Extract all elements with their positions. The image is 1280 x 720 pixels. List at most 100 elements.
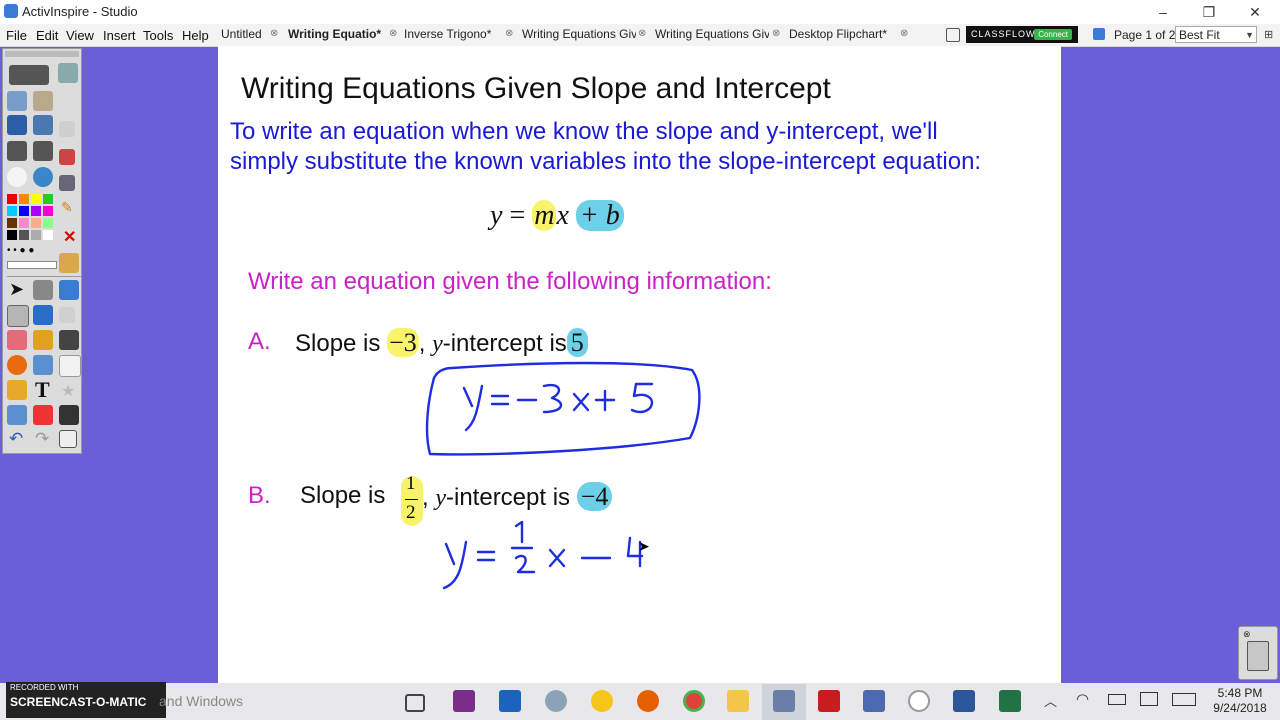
activinspire-icon[interactable]	[773, 690, 795, 712]
color-swatch-pink[interactable]	[19, 218, 29, 228]
minimize-button[interactable]: –	[1140, 0, 1186, 24]
color-swatch-green[interactable]	[43, 194, 53, 204]
notifications-icon[interactable]	[1140, 692, 1158, 706]
color-swatch-blue[interactable]	[19, 206, 29, 216]
taskbar-search-text[interactable]: and Windows	[159, 693, 243, 709]
tab-close-icon[interactable]: ⊗	[772, 28, 780, 39]
pen-width-slider[interactable]	[7, 261, 57, 269]
keyboard-icon[interactable]	[1172, 693, 1196, 706]
pen-icon[interactable]	[7, 115, 27, 135]
star-icon[interactable]: ★	[61, 381, 75, 401]
color-swatch-purple[interactable]	[31, 206, 41, 216]
tab-writing-equations-active[interactable]: Writing Equatio*	[288, 24, 392, 45]
acrobat-icon[interactable]	[818, 690, 840, 712]
excel-icon[interactable]	[999, 690, 1021, 712]
clear-icon[interactable]: ✕	[63, 227, 76, 247]
pen-tool-active-icon[interactable]	[7, 305, 29, 327]
zoom-select[interactable]: Best Fit ▼	[1175, 26, 1257, 43]
highlighter-tool-icon[interactable]	[33, 305, 53, 325]
undo-icon[interactable]: ↶	[9, 429, 23, 449]
toolbar-expand-icon[interactable]: ⊞	[1264, 28, 1273, 41]
color-swatch-lightgreen[interactable]	[43, 218, 53, 228]
tab-list-icon[interactable]	[946, 28, 960, 42]
tab-close-icon[interactable]: ⊗	[505, 28, 513, 39]
text-tool-icon[interactable]: T	[35, 377, 50, 403]
close-button[interactable]: ✕	[1232, 0, 1278, 24]
browsers-icon[interactable]	[33, 91, 53, 111]
magic-ink-icon[interactable]	[59, 253, 79, 273]
page-zoom-icon[interactable]	[59, 430, 77, 448]
tab-close-icon[interactable]: ⊗	[900, 28, 908, 39]
tool-scissors-icon[interactable]	[33, 280, 53, 300]
color-swatch-peach[interactable]	[31, 218, 41, 228]
tray-chevron-up-icon[interactable]: ︿	[1044, 691, 1057, 710]
chrome-icon[interactable]	[683, 690, 705, 712]
toolbox-grip[interactable]	[5, 51, 79, 57]
tool-icon[interactable]	[59, 121, 75, 137]
app-building-icon[interactable]	[863, 690, 885, 712]
color-swatch-magenta[interactable]	[43, 206, 53, 216]
snipping-tool-icon[interactable]	[545, 690, 567, 712]
color-swatch-cyan[interactable]	[7, 206, 17, 216]
next-page-icon[interactable]	[33, 141, 53, 161]
fill-icon[interactable]	[33, 330, 53, 350]
taskbar-clock[interactable]: 5:48 PM 9/24/2018	[1204, 686, 1276, 716]
camera-icon[interactable]	[59, 330, 79, 350]
flipchart-icon[interactable]	[7, 91, 27, 111]
reset-page-icon[interactable]	[33, 405, 53, 425]
pen-width-icon[interactable]: • • ● ●	[7, 245, 34, 256]
shape-recognition-icon[interactable]	[59, 307, 75, 323]
tool-box-icon[interactable]	[59, 280, 79, 300]
menu-edit[interactable]: Edit	[36, 28, 58, 43]
menu-help[interactable]: Help	[182, 28, 209, 43]
tab-writing-equations-given-1[interactable]: Writing Equations Given	[522, 24, 636, 45]
firefox-icon[interactable]	[637, 690, 659, 712]
tab-close-icon[interactable]: ⊗	[270, 28, 278, 39]
menu-file[interactable]: File	[6, 28, 27, 43]
color-swatch-black[interactable]	[7, 230, 17, 240]
google-drive-icon[interactable]	[591, 690, 613, 712]
select-arrow-icon[interactable]: ➤	[9, 279, 24, 300]
tools-menu-icon[interactable]	[59, 175, 75, 191]
record-icon[interactable]	[908, 690, 930, 712]
onenote-icon[interactable]	[453, 690, 475, 712]
color-swatch-yellow[interactable]	[31, 194, 41, 204]
shapes-icon[interactable]	[7, 355, 27, 375]
redo-icon[interactable]: ↷	[35, 429, 49, 449]
play-icon[interactable]	[7, 167, 27, 187]
menu-view[interactable]: View	[66, 28, 94, 43]
reveal-icon[interactable]	[7, 405, 27, 425]
tab-inverse-trig[interactable]: Inverse Trigono*	[404, 24, 504, 45]
highlighter-icon[interactable]: ✎	[61, 199, 73, 216]
menu-insert[interactable]: Insert	[103, 28, 136, 43]
connector-icon[interactable]	[33, 355, 53, 375]
prev-page-icon[interactable]	[7, 141, 27, 161]
tab-untitled[interactable]: Untitled	[221, 24, 276, 45]
tab-desktop-flipchart[interactable]: Desktop Flipchart*	[789, 24, 897, 45]
wifi-icon[interactable]: ◠	[1076, 690, 1089, 708]
classflow-button[interactable]: CLASSFLOW Connect	[966, 26, 1078, 43]
color-swatch-darkgray[interactable]	[19, 230, 29, 240]
tab-writing-equations-given-2[interactable]: Writing Equations Given	[655, 24, 769, 45]
color-swatch-red[interactable]	[7, 194, 17, 204]
color-swatch-gray[interactable]	[31, 230, 41, 240]
web-browser-icon[interactable]	[33, 167, 53, 187]
file-explorer-icon[interactable]	[727, 690, 749, 712]
eraser-icon[interactable]	[7, 330, 27, 350]
page-icon[interactable]	[59, 355, 81, 377]
clipart-icon[interactable]	[7, 380, 27, 400]
word-icon[interactable]	[953, 690, 975, 712]
battery-icon[interactable]	[1108, 694, 1126, 705]
profiles-icon[interactable]	[58, 63, 78, 83]
color-swatch-orange[interactable]	[19, 194, 29, 204]
page-browser-icon[interactable]	[1093, 28, 1105, 40]
restore-button[interactable]: ❐	[1186, 0, 1232, 24]
tab-close-icon[interactable]: ⊗	[389, 28, 397, 39]
save-icon[interactable]	[59, 405, 79, 425]
toolbox-menu-button[interactable]	[9, 65, 49, 85]
color-swatch-white[interactable]	[43, 230, 53, 240]
outlook-icon[interactable]	[499, 690, 521, 712]
menu-tools[interactable]: Tools	[143, 28, 173, 43]
color-swatch-brown[interactable]	[7, 218, 17, 228]
trash-icon[interactable]	[1247, 641, 1269, 671]
